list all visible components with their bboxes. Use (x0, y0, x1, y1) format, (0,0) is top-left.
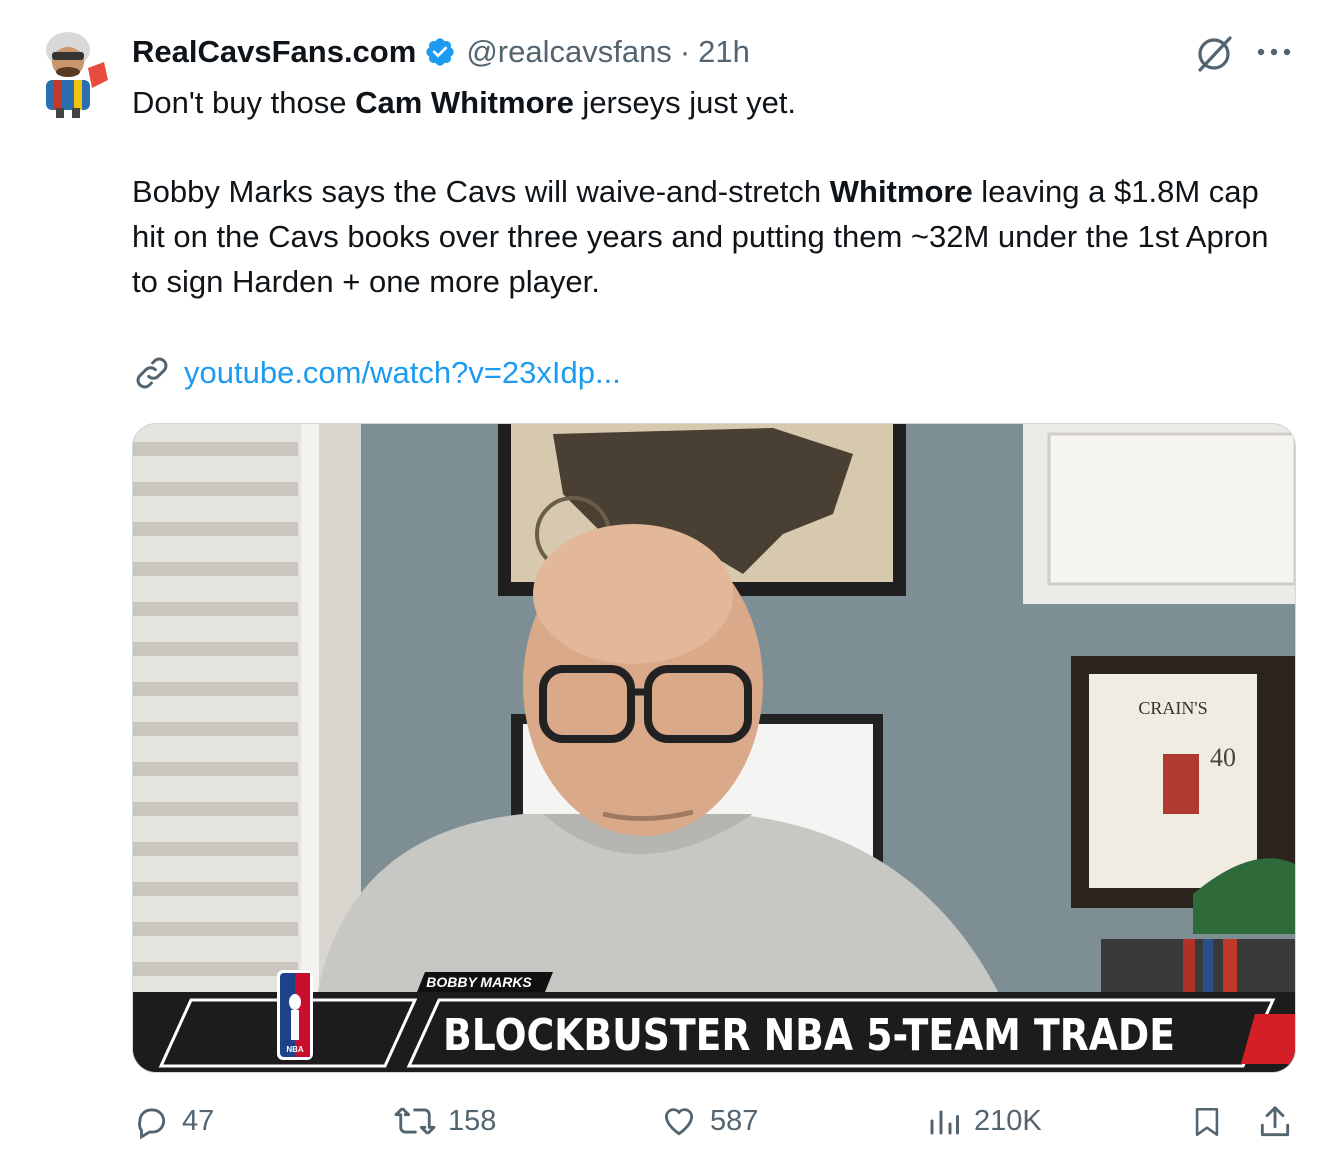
views-button[interactable]: 210K (926, 1102, 1042, 1140)
more-icon[interactable] (1255, 45, 1293, 59)
grok-icon[interactable] (1192, 32, 1236, 74)
nba-logo: NBA (277, 970, 313, 1060)
bookmark-button[interactable] (1190, 1102, 1236, 1142)
reply-button[interactable]: 47 (132, 1102, 214, 1140)
timestamp[interactable]: 21h (698, 34, 750, 70)
link-card[interactable]: youtube.com/watch?v=23xIdp... (132, 350, 621, 396)
tweet-text-para2: Bobby Marks says the Cavs will waive-and… (132, 174, 1269, 299)
views-icon (930, 1110, 959, 1135)
views-count: 210K (974, 1104, 1042, 1137)
share-icon (1260, 1106, 1290, 1137)
author-name[interactable]: RealCavsFans.com (132, 34, 416, 70)
like-count: 587 (710, 1104, 759, 1137)
link-url[interactable]: youtube.com/watch?v=23xIdp... (184, 355, 621, 391)
share-button[interactable] (1256, 1102, 1306, 1142)
svg-text:NBA: NBA (286, 1045, 304, 1054)
action-bar: 47 158 587 210K (0, 1098, 1330, 1148)
like-icon (664, 1108, 694, 1136)
reply-count: 47 (182, 1104, 215, 1137)
link-icon (136, 357, 168, 389)
separator: · (679, 34, 691, 69)
tweet-text-line1: Don't buy those Cam Whitmore jerseys jus… (132, 85, 797, 120)
frame-number: 40 (1210, 743, 1236, 772)
banner-headline: BLOCKBUSTER NBA 5-TEAM TRADE (443, 1010, 1175, 1061)
repost-icon (394, 1107, 436, 1135)
video-thumbnail[interactable]: CRAIN'S 40 BOBBY MARKS BLOCKBUSTER NBA 5… (132, 423, 1296, 1073)
author-handle[interactable]: @realcavsfans (466, 34, 672, 70)
repost-count: 158 (448, 1104, 497, 1137)
tweet-header: RealCavsFans.com @realcavsfans · 21h (132, 30, 750, 74)
frame-title: CRAIN'S (1138, 698, 1207, 718)
bookmark-icon (1195, 1107, 1219, 1137)
reply-icon (138, 1108, 166, 1140)
like-button[interactable]: 587 (660, 1102, 758, 1140)
name-tag: BOBBY MARKS (426, 974, 532, 990)
avatar[interactable] (28, 28, 112, 118)
verified-badge-icon (426, 38, 454, 66)
repost-button[interactable]: 158 (394, 1102, 496, 1140)
